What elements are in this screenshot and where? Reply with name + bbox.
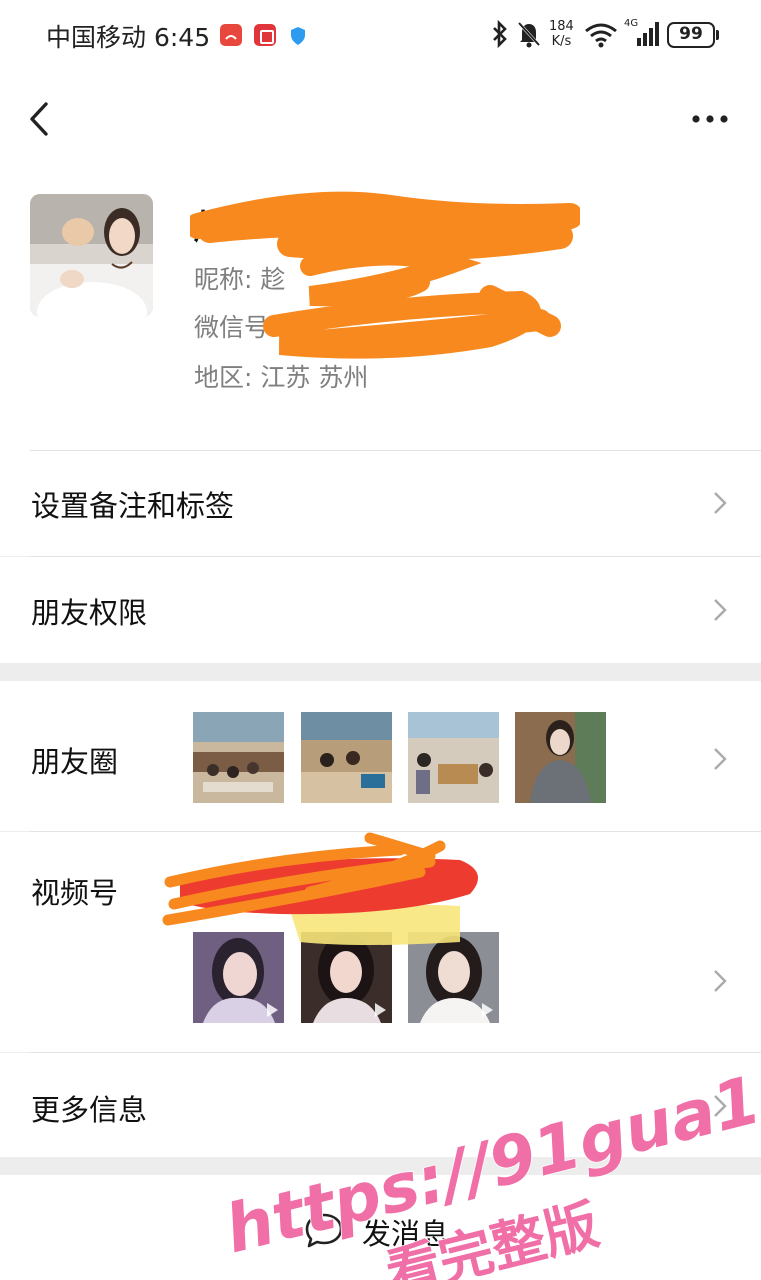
send-message-label: 发消息 <box>362 1217 450 1251</box>
section-gap <box>0 663 761 681</box>
play-icon <box>267 1003 278 1017</box>
play-icon <box>482 1003 493 1017</box>
channels-video-1 <box>193 932 284 1023</box>
channels-row[interactable]: 视频号 <box>0 831 761 1052</box>
divider <box>30 556 761 557</box>
chevron-right-icon <box>714 492 727 514</box>
wifi-icon <box>585 23 617 48</box>
chevron-right-icon <box>714 748 727 770</box>
mute-bell-icon <box>516 20 542 54</box>
send-message-button[interactable]: 发消息 <box>304 1207 464 1251</box>
region-label: 地区: <box>194 363 253 392</box>
divider <box>30 450 761 451</box>
moments-photo-3 <box>408 712 499 803</box>
wechat-id-line: 微信号 <box>194 308 269 344</box>
moments-photo-4 <box>515 712 606 803</box>
channels-label: 视频号 <box>31 876 119 910</box>
net-speed-value: 184 <box>549 19 574 34</box>
divider <box>30 1052 761 1053</box>
nickname-line: 昵称: 趁 <box>194 260 285 296</box>
moments-label: 朋友圈 <box>31 745 119 779</box>
shield-icon <box>291 27 305 45</box>
more-info-label: 更多信息 <box>31 1093 148 1127</box>
chat-bubble-icon <box>305 1213 343 1248</box>
chevron-right-icon <box>714 970 727 992</box>
net-speed: 184 K/s <box>549 19 574 49</box>
battery-icon: 99 <box>667 22 715 48</box>
remark-tags-label: 设置备注和标签 <box>31 489 235 523</box>
wechat-id-label: 微信号 <box>194 313 270 342</box>
clock: 6:45 <box>153 23 211 52</box>
bottom-action-bar: 发消息 <box>0 1175 761 1280</box>
friend-permissions-row[interactable]: 朋友权限 <box>0 556 761 663</box>
moments-photo-2 <box>301 712 392 803</box>
avatar[interactable] <box>30 194 153 317</box>
carrier-time: 中国移动 6:45 <box>46 18 210 54</box>
notification-app-icon-2 <box>254 24 276 46</box>
channels-video-2 <box>301 932 392 1023</box>
more-info-row[interactable]: 更多信息 <box>0 1052 761 1157</box>
net-speed-unit: K/s <box>551 34 572 49</box>
bluetooth-icon <box>490 19 510 54</box>
status-bar: 中国移动 6:45 184 K/s 4G 99 <box>0 0 761 72</box>
region-value: 江苏 苏州 <box>260 363 369 392</box>
play-icon <box>375 1003 386 1017</box>
chevron-right-icon <box>714 599 727 621</box>
moments-photo-1 <box>193 712 284 803</box>
moments-row[interactable]: 朋友圈 <box>0 681 761 831</box>
battery-tip <box>716 30 719 40</box>
contact-name: 趁 <box>194 208 228 248</box>
chevron-right-icon <box>714 1095 727 1117</box>
more-options-icon[interactable] <box>686 96 736 142</box>
notification-app-icon <box>220 24 242 46</box>
back-icon[interactable] <box>22 98 62 142</box>
remark-tags-row[interactable]: 设置备注和标签 <box>0 450 761 556</box>
signal-icon <box>637 22 659 46</box>
carrier-label: 中国移动 <box>46 23 147 52</box>
channels-video-3 <box>408 932 499 1023</box>
nav-bar <box>0 72 761 172</box>
profile-header: 趁 昵称: 趁 微信号 地区: 江苏 苏州 <box>0 172 761 450</box>
nickname-label: 昵称: <box>194 265 253 294</box>
friend-permissions-label: 朋友权限 <box>31 596 148 630</box>
region-line: 地区: 江苏 苏州 <box>194 358 368 394</box>
divider <box>30 831 761 832</box>
nickname-value: 趁 <box>260 265 286 294</box>
